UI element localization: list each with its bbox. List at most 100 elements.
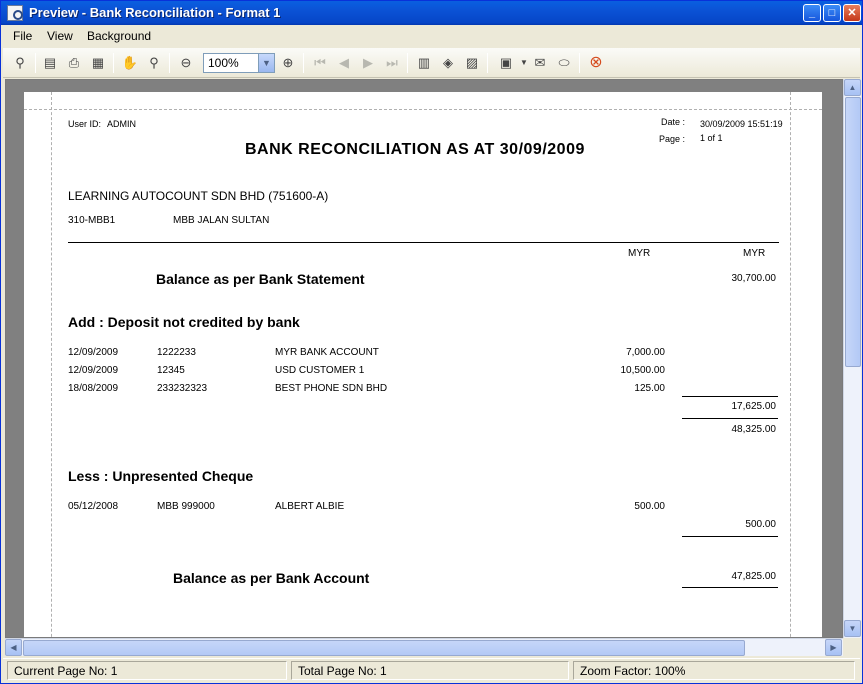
deposits-total-rule (682, 396, 778, 397)
export-document-icon[interactable]: ⬭ (555, 54, 573, 72)
magnifier-icon[interactable]: ⚲ (145, 54, 163, 72)
scroll-left-button[interactable]: ◀ (5, 639, 22, 656)
binoculars-icon[interactable]: ⚲ (11, 54, 29, 72)
quick-print-icon[interactable]: ▦ (89, 54, 107, 72)
page-label: Page : (659, 134, 686, 144)
report-title: BANK RECONCILIATION AS AT 30/09/2009 (245, 141, 585, 159)
scroll-right-button[interactable]: ▶ (825, 639, 842, 656)
zoom-select[interactable]: 100% ▼ (203, 53, 275, 73)
account-name: MBB JALAN SULTAN (173, 215, 270, 226)
toolbar-separator (579, 53, 580, 73)
company-name: LEARNING AUTOCOUNT SDN BHD (751600-A) (68, 189, 329, 203)
report-page: User ID: ADMIN Date : 30/09/2009 15:51:1… (24, 92, 822, 637)
date-value: 30/09/2009 15:51:19 (700, 119, 783, 129)
zoom-in-icon[interactable]: ⊕ (279, 54, 297, 72)
toolbar-separator (487, 53, 488, 73)
watermark-icon[interactable]: ▨ (463, 54, 481, 72)
balance-bank-statement-value: 30,700.00 (731, 273, 777, 284)
deposit-date: 18/08/2009 (68, 383, 119, 394)
menu-bar: File View Background (1, 25, 862, 47)
toolbar-separator (113, 53, 114, 73)
status-current-page: Current Page No: 1 (7, 661, 287, 680)
cheque-desc: ALBERT ALBIE (275, 501, 345, 512)
chevron-down-icon[interactable]: ▼ (258, 54, 274, 72)
deposit-ref: 233232323 (157, 383, 208, 394)
deposit-amount: 7,000.00 (626, 347, 665, 358)
horizontal-scrollbar[interactable]: ◀ ▶ (5, 638, 843, 656)
first-page-icon[interactable]: ⏮ (311, 54, 329, 72)
deposit-desc: MYR BANK ACCOUNT (275, 347, 379, 358)
margin-guide-left (51, 92, 52, 637)
subtotal-rule (682, 418, 778, 419)
vertical-scrollbar[interactable]: ▲ ▼ (843, 79, 861, 638)
title-bar: Preview - Bank Reconciliation - Format 1… (1, 1, 862, 25)
cheque-date: 05/12/2008 (68, 501, 119, 512)
next-page-icon[interactable]: ▶ (359, 54, 377, 72)
toolbar-separator (169, 53, 170, 73)
zoom-value: 100% (208, 56, 239, 70)
user-id-label: User ID: (68, 119, 102, 129)
cheque-ref: MBB 999000 (157, 501, 215, 512)
date-label: Date : (661, 117, 686, 127)
export-icon[interactable]: ▣ (497, 54, 515, 72)
user-id-value: ADMIN (107, 119, 136, 129)
cheque-amount: 500.00 (634, 501, 665, 512)
status-bar: Current Page No: 1 Total Page No: 1 Zoom… (3, 658, 860, 682)
last-page-icon[interactable]: ⏭ (383, 54, 401, 72)
report-title-text: BANK RECONCILIATION AS AT (245, 141, 495, 158)
close-button[interactable]: ✕ (843, 4, 861, 22)
currency-column-2: MYR (743, 248, 766, 259)
deposit-ref: 12345 (157, 365, 185, 376)
print-icon[interactable]: ⎙ (65, 54, 83, 72)
email-icon[interactable]: ✉ (531, 54, 549, 72)
toolbar-separator (35, 53, 36, 73)
zoom-out-icon[interactable]: ⊖ (177, 54, 195, 72)
page-value: 1 of 1 (700, 133, 723, 143)
preview-window: Preview - Bank Reconciliation - Format 1… (0, 0, 863, 684)
page-setup-icon[interactable]: ▤ (41, 54, 59, 72)
balance-bank-account-label: Balance as per Bank Account (173, 570, 370, 586)
horizontal-scroll-thumb[interactable] (23, 640, 745, 656)
scroll-up-button[interactable]: ▲ (844, 79, 861, 96)
deposit-amount: 10,500.00 (620, 365, 666, 376)
final-balance-rule (682, 587, 778, 588)
status-total-page: Total Page No: 1 (291, 661, 569, 680)
deposit-desc: USD CUSTOMER 1 (275, 365, 365, 376)
menu-file[interactable]: File (13, 29, 32, 43)
close-preview-icon[interactable]: ⊗ (587, 54, 605, 72)
minimize-button[interactable]: _ (803, 4, 821, 22)
balance-bank-statement-label: Balance as per Bank Statement (156, 271, 365, 287)
margin-guide-right (790, 92, 791, 637)
status-zoom: Zoom Factor: 100% (573, 661, 855, 680)
toolbar-separator (303, 53, 304, 73)
menu-background[interactable]: Background (87, 29, 151, 43)
window-title: Preview - Bank Reconciliation - Format 1 (29, 5, 281, 20)
report-title-date: 30/09/2009 (499, 141, 585, 158)
toolbar-separator (407, 53, 408, 73)
menu-view[interactable]: View (47, 29, 73, 43)
cheques-total-rule (682, 536, 778, 537)
hand-tool-icon[interactable]: ✋ (121, 54, 139, 72)
deposit-desc: BEST PHONE SDN BHD (275, 383, 388, 394)
previous-page-icon[interactable]: ◀ (335, 54, 353, 72)
margin-guide-top (24, 109, 822, 110)
balance-bank-account-value: 47,825.00 (731, 571, 777, 582)
deposits-total: 17,625.00 (731, 401, 777, 412)
less-section-title: Less : Unpresented Cheque (68, 468, 254, 484)
cheques-total: 500.00 (745, 519, 776, 530)
color-icon[interactable]: ◈ (439, 54, 457, 72)
vertical-scroll-thumb[interactable] (845, 97, 861, 367)
scroll-down-button[interactable]: ▼ (844, 620, 861, 637)
maximize-button[interactable]: □ (823, 4, 841, 22)
deposit-date: 12/09/2009 (68, 347, 119, 358)
multiple-pages-icon[interactable]: ▥ (415, 54, 433, 72)
header-rule (68, 242, 779, 243)
add-section-title: Add : Deposit not credited by bank (68, 314, 300, 330)
preview-viewport[interactable]: User ID: ADMIN Date : 30/09/2009 15:51:1… (5, 79, 843, 638)
preview-app-icon (7, 5, 23, 21)
toolbar: ⚲ ▤ ⎙ ▦ ✋ ⚲ ⊖ 100% ▼ ⊕ ⏮ ◀ ▶ ⏭ ▥ ◈ ▨ ▣ ▼… (3, 48, 860, 78)
deposit-ref: 1222233 (157, 347, 196, 358)
deposit-date: 12/09/2009 (68, 365, 119, 376)
deposit-amount: 125.00 (634, 383, 665, 394)
subtotal-value: 48,325.00 (731, 424, 777, 435)
